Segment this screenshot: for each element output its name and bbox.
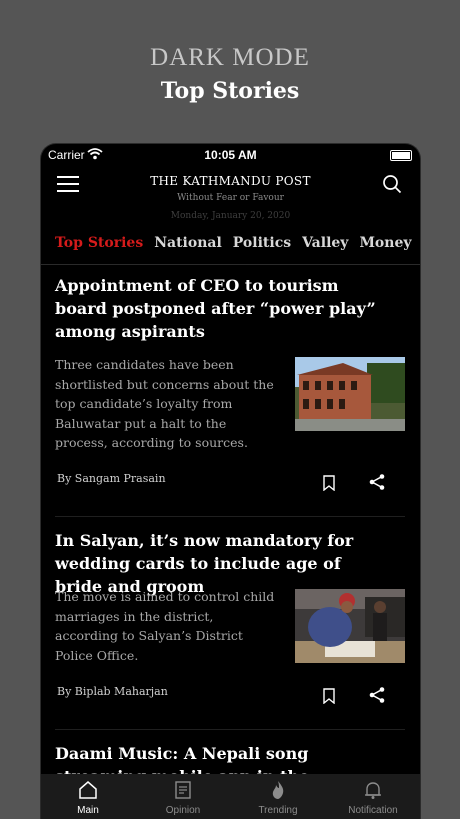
- article-title[interactable]: Appointment of CEO to tourism board post…: [55, 274, 385, 343]
- tab-notification-label: Notification: [348, 805, 398, 816]
- tabs-divider: [41, 264, 420, 265]
- promo-line1: DARK MODE: [150, 44, 310, 71]
- tab-opinion-label: Opinion: [165, 805, 201, 816]
- article-divider: [55, 516, 405, 517]
- share-icon[interactable]: [368, 473, 386, 491]
- tab-main[interactable]: Main: [41, 774, 135, 819]
- tab-top-stories[interactable]: Top Stories: [55, 235, 143, 251]
- tab-opinion[interactable]: Opinion: [136, 774, 230, 819]
- bottom-tab-bar: Main Opinion Trending Notification: [41, 774, 420, 819]
- battery-icon: [390, 150, 412, 161]
- tab-valley[interactable]: Valley: [302, 235, 348, 251]
- article-summary: The move is aimed to control child marri…: [55, 589, 275, 663]
- tab-money[interactable]: Money: [359, 235, 411, 251]
- tab-main-label: Main: [77, 805, 99, 816]
- promo-header: DARK MODE Top Stories: [0, 44, 460, 104]
- article-author: By Biplab Maharjan: [57, 685, 168, 698]
- tab-national[interactable]: National: [154, 235, 222, 251]
- bell-icon: [365, 782, 381, 799]
- opinion-icon: [175, 781, 191, 799]
- status-bar: Carrier 10:05 AM: [41, 147, 420, 165]
- promo-line2: Top Stories: [160, 78, 300, 104]
- phone-screen: Carrier 10:05 AM THE KATHMANDU POST With…: [40, 143, 421, 819]
- tagline: Without Fear or Favour: [177, 193, 284, 203]
- tab-trending[interactable]: Trending: [231, 774, 325, 819]
- header-date: Monday, January 20, 2020: [170, 211, 291, 221]
- category-tabs: Top StoriesNationalPoliticsValleyMoneySp: [55, 232, 420, 258]
- tab-notification[interactable]: Notification: [326, 774, 420, 819]
- flame-icon: [272, 781, 284, 799]
- tab-trending-label: Trending: [258, 805, 298, 816]
- bookmark-icon[interactable]: [322, 688, 336, 705]
- app-header: THE KATHMANDU POST Without Fear or Favou…: [41, 166, 420, 226]
- home-icon: [79, 781, 97, 799]
- article-author: By Sangam Prasain: [57, 472, 166, 485]
- search-icon[interactable]: [382, 174, 402, 194]
- article-summary: Three candidates have been shortlisted b…: [55, 357, 274, 450]
- status-time: 10:05 AM: [204, 148, 257, 162]
- share-icon[interactable]: [368, 686, 386, 704]
- article-thumbnail[interactable]: [295, 589, 405, 663]
- article-divider: [55, 729, 405, 730]
- bookmark-icon[interactable]: [322, 475, 336, 492]
- logo: THE KATHMANDU POST: [150, 174, 311, 188]
- article-thumbnail[interactable]: [295, 357, 405, 431]
- tab-politics[interactable]: Politics: [233, 235, 291, 251]
